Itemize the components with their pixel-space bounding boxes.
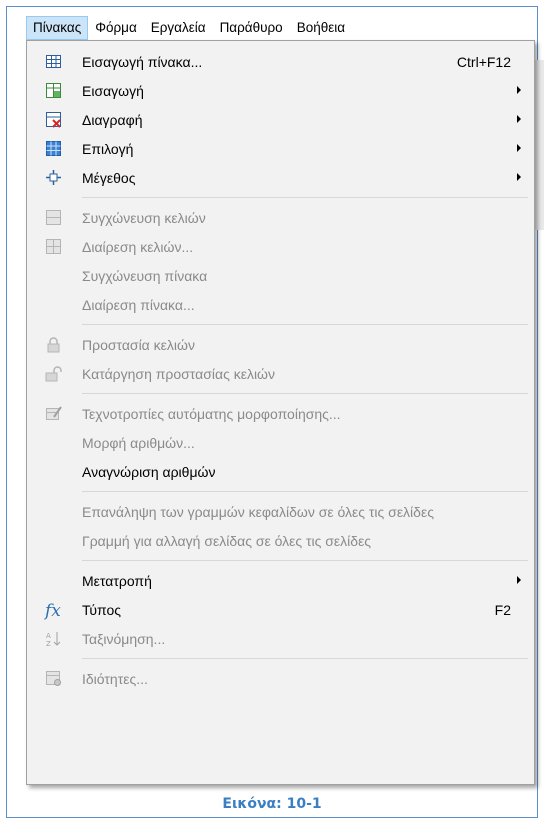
menu-item-label: Επανάληψη των γραμμών κεφαλίδων σε όλες … <box>82 503 434 520</box>
menu-item-number-recognition[interactable]: Αναγνώριση αριθμών <box>27 457 534 486</box>
svg-text:A: A <box>46 632 51 640</box>
menu-item-merge-cells[interactable]: Συγχώνευση κελιών <box>27 203 534 232</box>
menu-item-properties[interactable]: Ιδιότητες... <box>27 664 534 693</box>
menu-item-unprotect-cells[interactable]: Κατάργηση προστασίας κελιών <box>27 359 534 388</box>
menu-item-autoformat[interactable]: Τεχνοτροπίες αυτόματης μορφοποίησης... <box>27 399 534 428</box>
merge-cells-icon <box>46 210 61 225</box>
menu-item-label: Μετατροπή <box>82 572 152 589</box>
insert-cells-icon <box>46 83 61 98</box>
menu-item-split-table[interactable]: Διαίρεση πίνακα... <box>27 290 534 319</box>
autoformat-icon <box>46 406 62 420</box>
unlock-icon <box>45 366 62 382</box>
lock-icon <box>47 337 60 353</box>
menu-item-label: Μορφή αριθμών... <box>82 434 195 451</box>
menu-item-label: Εισαγωγή <box>82 82 144 99</box>
table-insert-icon <box>46 55 61 68</box>
menu-item-label: Επιλογή <box>82 140 134 157</box>
menu-item-allow-row-break[interactable]: Γραμμή για αλλαγή σελίδας σε όλες τις σε… <box>27 526 534 555</box>
menu-item-delete[interactable]: Διαγραφή <box>27 105 534 134</box>
delete-cells-icon <box>46 112 61 128</box>
menu-item-label: Αναγνώριση αριθμών <box>82 463 216 480</box>
figure-caption: Εικόνα: 10-1 <box>222 796 322 812</box>
menu-item-sort[interactable]: A Z Ταξινόμηση... <box>27 624 534 653</box>
submenu-arrow-icon <box>517 115 521 123</box>
split-cells-icon <box>46 239 61 254</box>
shortcut-label: Ctrl+F12 <box>456 53 511 70</box>
menu-item-label: Προστασία κελιών <box>82 336 195 353</box>
shortcut-label: F2 <box>494 601 511 618</box>
menu-item-label: Τύπος <box>82 601 121 618</box>
menu-separator <box>82 393 528 394</box>
svg-text:Z: Z <box>46 640 51 647</box>
menu-bar: Πίνακας Φόρμα Εργαλεία Παράθυρο Βοήθεια <box>26 16 352 40</box>
menubar-table[interactable]: Πίνακας <box>26 16 89 40</box>
select-table-icon <box>46 141 61 156</box>
submenu-arrow-icon <box>517 173 521 181</box>
menu-item-number-format[interactable]: Μορφή αριθμών... <box>27 428 534 457</box>
menu-item-label: Συγχώνευση κελιών <box>82 209 206 226</box>
menu-item-label: Εισαγωγή πίνακα... <box>82 53 203 70</box>
menu-item-label: Τεχνοτροπίες αυτόματης μορφοποίησης... <box>82 405 341 422</box>
menu-item-select[interactable]: Επιλογή <box>27 134 534 163</box>
sort-icon: A Z <box>46 632 61 647</box>
menu-item-insert-table[interactable]: Εισαγωγή πίνακα... Ctrl+F12 <box>27 47 534 76</box>
fx-icon: fx <box>45 601 61 621</box>
submenu-arrow-icon <box>517 576 521 584</box>
menu-item-label: Διαγραφή <box>82 111 143 128</box>
menubar-window[interactable]: Παράθυρο <box>213 16 290 40</box>
resize-icon <box>46 170 61 185</box>
menu-item-formula[interactable]: fx Τύπος F2 <box>27 595 534 624</box>
menu-item-convert[interactable]: Μετατροπή <box>27 566 534 595</box>
menu-item-label: Γραμμή για αλλαγή σελίδας σε όλες τις σε… <box>82 532 372 549</box>
menu-separator <box>82 560 528 561</box>
menu-item-label: Ιδιότητες... <box>82 670 148 687</box>
submenu-arrow-icon <box>517 86 521 94</box>
menu-separator <box>82 658 528 659</box>
table-properties-icon <box>46 671 61 686</box>
menubar-form[interactable]: Φόρμα <box>88 16 144 40</box>
menubar-tools[interactable]: Εργαλεία <box>144 16 213 40</box>
menu-item-repeat-heading[interactable]: Επανάληψη των γραμμών κεφαλίδων σε όλες … <box>27 497 534 526</box>
menu-item-label: Ταξινόμηση... <box>82 630 166 647</box>
menu-item-merge-table[interactable]: Συγχώνευση πίνακα <box>27 261 534 290</box>
menu-item-split-cells[interactable]: Διαίρεση κελιών... <box>27 232 534 261</box>
menu-separator <box>82 491 528 492</box>
menu-item-size[interactable]: Μέγεθος <box>27 163 534 192</box>
menu-item-label: Συγχώνευση πίνακα <box>82 267 208 284</box>
menu-item-label: Μέγεθος <box>82 169 136 186</box>
menu-item-insert[interactable]: Εισαγωγή <box>27 76 534 105</box>
menu-item-label: Κατάργηση προστασίας κελιών <box>82 365 275 382</box>
menu-item-label: Διαίρεση κελιών... <box>82 238 194 255</box>
menu-separator <box>82 197 528 198</box>
menu-separator <box>82 324 528 325</box>
menubar-help[interactable]: Βοήθεια <box>290 16 352 40</box>
submenu-arrow-icon <box>517 144 521 152</box>
menu-item-protect-cells[interactable]: Προστασία κελιών <box>27 330 534 359</box>
table-menu-dropdown: Εισαγωγή πίνακα... Ctrl+F12 Εισαγωγή Δια… <box>26 40 535 785</box>
menu-item-label: Διαίρεση πίνακα... <box>82 296 195 313</box>
